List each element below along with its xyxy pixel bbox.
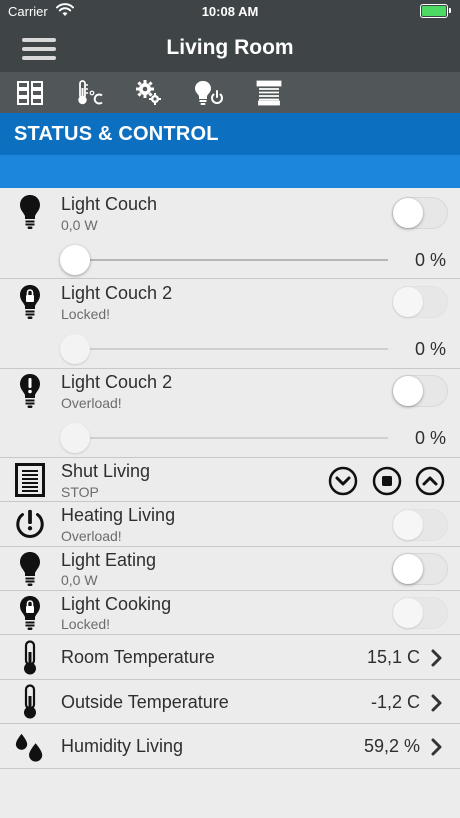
list-item-light-couch-2-overload: Light Couch 2 Overload! 0 % (0, 370, 460, 458)
item-title: Humidity Living (61, 736, 184, 756)
toggle-switch[interactable] (392, 197, 448, 229)
humidity-value: 59,2 % (363, 736, 420, 756)
locked-bulb-icon (14, 595, 46, 631)
list-item-room-temperature[interactable]: Room Temperature 15,1 C (0, 636, 460, 680)
item-title: Room Temperature (61, 647, 215, 667)
item-subtitle: 0,0 W (61, 217, 98, 233)
water-drops-icon (14, 729, 46, 765)
list-item-light-couch: Light Couch 0,0 W 0 % (0, 188, 460, 279)
temperature-value: -1,2 C (370, 692, 420, 712)
dimmer-slider[interactable] (60, 245, 388, 275)
dimmer-slider[interactable] (60, 423, 388, 453)
chevron-right-icon[interactable] (430, 648, 444, 668)
item-subtitle: STOP (61, 484, 99, 500)
chevron-right-icon[interactable] (430, 737, 444, 757)
power-warning-icon (14, 506, 46, 542)
item-subtitle: Overload! (61, 395, 122, 411)
tab-bar (0, 72, 460, 113)
bulb-power-icon[interactable] (179, 72, 239, 113)
item-title: Light Couch 2 (61, 283, 173, 303)
status-bar: Carrier 10:08 AM (0, 0, 460, 24)
dimmer-value: 0 % (414, 339, 446, 359)
list-item-humidity-living[interactable]: Humidity Living 59,2 % (0, 725, 460, 769)
list-item-shut-living: Shut Living STOP (0, 459, 460, 502)
toggle-switch[interactable] (392, 597, 448, 629)
item-subtitle: Locked! (61, 306, 111, 322)
blinds-icon[interactable] (239, 72, 299, 113)
section-title: STATUS & CONTROL (14, 123, 219, 145)
thermometer-icon (14, 640, 46, 676)
list-item-light-couch-2-locked: Light Couch 2 Locked! 0 % (0, 280, 460, 369)
gears-icon[interactable] (119, 72, 179, 113)
temperature-value: 15,1 C (366, 647, 420, 667)
page-title: Living Room (166, 36, 294, 59)
toggle-switch[interactable] (392, 375, 448, 407)
dimmer-slider[interactable] (60, 334, 388, 364)
item-title: Outside Temperature (61, 692, 229, 712)
shutter-stop-button[interactable] (372, 466, 402, 496)
bulb-icon (14, 194, 46, 230)
warning-bulb-icon (14, 373, 46, 409)
shutter-down-button[interactable] (328, 466, 358, 496)
list-item-light-eating: Light Eating 0,0 W (0, 548, 460, 591)
item-subtitle: Overload! (61, 528, 122, 544)
list-item-light-cooking: Light Cooking Locked! (0, 592, 460, 635)
clock: 10:08 AM (201, 4, 259, 19)
toggle-switch[interactable] (392, 509, 448, 541)
thermometer-icon (14, 684, 46, 720)
item-title: Light Cooking (61, 594, 172, 614)
section-header: STATUS & CONTROL (0, 113, 460, 155)
item-title: Light Couch (61, 194, 158, 214)
locked-bulb-icon (14, 284, 46, 320)
item-title: Shut Living (61, 461, 151, 481)
item-subtitle: 0,0 W (61, 572, 98, 588)
item-title: Heating Living (61, 505, 176, 525)
navigation-header: Carrier 10:08 AM Living Room (0, 0, 460, 72)
toggle-switch[interactable] (392, 553, 448, 585)
list-item-outside-temperature[interactable]: Outside Temperature -1,2 C (0, 681, 460, 724)
thermometer-celsius-icon[interactable] (60, 72, 120, 113)
dimmer-value: 0 % (414, 250, 446, 270)
item-title: Light Couch 2 (61, 372, 173, 392)
grid-icon[interactable] (0, 72, 60, 113)
battery-icon (420, 4, 451, 18)
shutter-icon (14, 462, 46, 498)
section-band (0, 155, 460, 188)
dimmer-value: 0 % (414, 428, 446, 448)
toggle-switch[interactable] (392, 286, 448, 318)
list-item-heating-living: Heating Living Overload! (0, 503, 460, 547)
bulb-icon (14, 551, 46, 587)
item-title: Light Eating (61, 550, 157, 570)
chevron-right-icon[interactable] (430, 693, 444, 713)
shutter-up-button[interactable] (415, 466, 445, 496)
item-subtitle: Locked! (61, 616, 111, 632)
